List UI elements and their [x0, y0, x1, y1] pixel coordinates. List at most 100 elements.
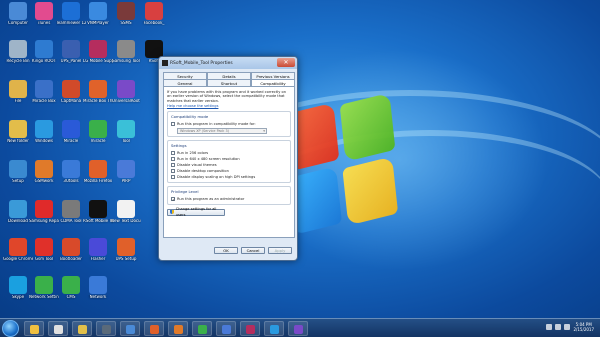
desktop-icon[interactable]: CaptMana — [57, 80, 85, 114]
taskbar-app-button[interactable] — [144, 321, 164, 336]
desktop-icon[interactable]: New Text Document — [111, 200, 141, 234]
run-as-admin-checkbox[interactable]: ✓ — [171, 196, 175, 201]
desktop-icon[interactable]: miracle — [84, 120, 112, 154]
close-button[interactable]: ✕ — [277, 58, 295, 67]
apply-button[interactable]: Apply — [268, 247, 292, 254]
app-icon — [62, 200, 80, 218]
tab-compatibility[interactable]: Compatibility — [251, 79, 295, 86]
taskbar-app-button[interactable] — [168, 321, 188, 336]
chevron-down-icon: ▾ — [263, 128, 265, 133]
taskbar-app-button[interactable] — [120, 321, 140, 336]
desktop-icon[interactable]: UPS_Panel — [57, 40, 85, 74]
app-icon — [162, 60, 168, 66]
desktop-icon[interactable]: GSMwork — [30, 160, 58, 194]
desktop-icon[interactable]: Network Settings — [29, 276, 59, 310]
taskbar-app-button[interactable] — [264, 321, 284, 336]
setting-checkbox[interactable] — [171, 162, 175, 167]
desktop-icon-label: VNMPlayer — [87, 21, 109, 25]
setting-checkbox[interactable] — [171, 156, 175, 161]
taskbar-app-button[interactable] — [240, 321, 260, 336]
desktop-icon[interactable]: Miracle Box — [30, 80, 58, 114]
compat-mode-label: Run this program in compatibility mode f… — [177, 121, 256, 126]
desktop-icon[interactable]: LG Mobile Support Tool — [83, 40, 113, 74]
dialog-titlebar[interactable]: RSoft_Mobile_Tool Properties ✕ — [159, 57, 297, 69]
setting-checkbox[interactable] — [171, 168, 175, 173]
desktop-icon[interactable]: UniversalRoot — [112, 80, 140, 114]
desktop-icon[interactable]: Miracle Box Thunder — [83, 80, 113, 114]
tray-network-icon[interactable] — [546, 324, 552, 330]
compat-mode-checkbox-row[interactable]: Run this program in compatibility mode f… — [171, 121, 287, 127]
desktop-icon[interactable]: Kingo ROOT — [30, 40, 58, 74]
desktop-icon[interactable]: Recycle Bin — [4, 40, 32, 74]
app-icon — [269, 325, 279, 334]
os-version-select[interactable]: Windows XP (Service Pack 3) ▾ — [177, 127, 267, 134]
tab-details[interactable]: Details — [207, 72, 251, 79]
desktop-icon-label: Windows — [35, 139, 53, 143]
desktop-icon-label: 3Utools — [63, 179, 79, 183]
tab-security[interactable]: Security — [163, 72, 207, 79]
desktop-icon[interactable]: Computer — [4, 2, 32, 36]
ok-button[interactable]: OK — [214, 247, 238, 254]
desktop-icon[interactable]: Skype — [4, 276, 32, 310]
desktop-icon[interactable]: Google Chrome — [3, 238, 33, 272]
desktop-icon-label: CMS — [66, 295, 76, 299]
taskbar-app-button[interactable] — [72, 321, 92, 336]
run-as-admin-row[interactable]: ✓ Run this program as an administrator — [171, 196, 287, 202]
desktop-icon[interactable]: Miracle — [57, 120, 85, 154]
app-icon — [173, 325, 183, 334]
desktop-icon[interactable]: TeamViewer 12 — [56, 2, 86, 36]
tray-volume-icon[interactable] — [555, 324, 561, 330]
desktop-icon[interactable]: File — [4, 80, 32, 114]
desktop-icon[interactable]: Mozilla Firefox — [84, 160, 112, 194]
app-icon — [9, 120, 27, 138]
desktop-icon[interactable]: Samsung Repair — [29, 200, 59, 234]
desktop-icon[interactable]: VNMPlayer — [84, 2, 112, 36]
taskbar-app-button[interactable] — [216, 321, 236, 336]
desktop-icon[interactable]: iTunes — [30, 2, 58, 36]
tab-shortcut[interactable]: Shortcut — [207, 79, 251, 86]
taskbar-app-button[interactable] — [96, 321, 116, 336]
desktop-icon[interactable]: SSMS — [112, 2, 140, 36]
app-icon — [62, 120, 80, 138]
desktop-icon[interactable]: Flasher — [84, 238, 112, 272]
desktop-icon[interactable]: Samsung Tool — [112, 40, 140, 74]
desktop-icon[interactable]: Windows — [30, 120, 58, 154]
tray-flag-icon[interactable] — [564, 324, 570, 330]
setting-checkbox[interactable] — [171, 150, 175, 155]
desktop-icon-label: Samsung Repair — [29, 219, 59, 223]
intro-text: If you have problems with this program a… — [167, 90, 286, 103]
desktop-icon[interactable]: CMS — [57, 276, 85, 310]
taskbar-app-button[interactable] — [24, 321, 44, 336]
desktop-icon[interactable]: CDMA Tool — [57, 200, 85, 234]
desktop-icon[interactable]: 3Utools — [57, 160, 85, 194]
setting-checkbox[interactable] — [171, 174, 175, 179]
desktop-icon[interactable]: Tool — [112, 120, 140, 154]
compat-mode-checkbox[interactable] — [171, 121, 175, 126]
clock[interactable]: 5:04 PM 2/15/2017 — [573, 322, 594, 332]
desktop-icon[interactable]: Bootloader — [57, 238, 85, 272]
settings-title: Settings — [171, 142, 187, 148]
help-link[interactable]: Help me choose the settings — [167, 104, 291, 108]
desktop-icon-label: PIRP — [121, 179, 131, 183]
desktop-icon-label: SSMS — [120, 21, 132, 25]
desktop-icon[interactable]: UPS Setup — [112, 238, 140, 272]
desktop-icon[interactable]: Setup — [4, 160, 32, 194]
tab-general[interactable]: General — [163, 79, 207, 86]
desktop-icon[interactable]: Download — [4, 200, 32, 234]
tab-previous-versions[interactable]: Previous Versions — [251, 72, 295, 79]
desktop-icon-label: Flasher — [90, 257, 106, 261]
desktop-icon-label: CDMA Tool — [60, 219, 82, 223]
desktop-icon[interactable]: New folder — [4, 120, 32, 154]
start-button[interactable] — [2, 320, 19, 337]
desktop-icon[interactable]: Facebook_ — [140, 2, 168, 36]
taskbar-app-button[interactable] — [48, 321, 68, 336]
desktop-icon[interactable]: Gsm Tool — [30, 238, 58, 272]
setting-row[interactable]: Disable display scaling on high DPI sett… — [171, 174, 287, 180]
cancel-button[interactable]: Cancel — [241, 247, 265, 254]
desktop-icon[interactable]: PIRP — [112, 160, 140, 194]
taskbar-app-button[interactable] — [288, 321, 308, 336]
change-settings-all-users-button[interactable]: Change settings for all users — [167, 207, 225, 217]
desktop-icon[interactable]: Network — [84, 276, 112, 310]
desktop-icon[interactable]: RSoft Mobile Tool — [83, 200, 113, 234]
taskbar-app-button[interactable] — [192, 321, 212, 336]
